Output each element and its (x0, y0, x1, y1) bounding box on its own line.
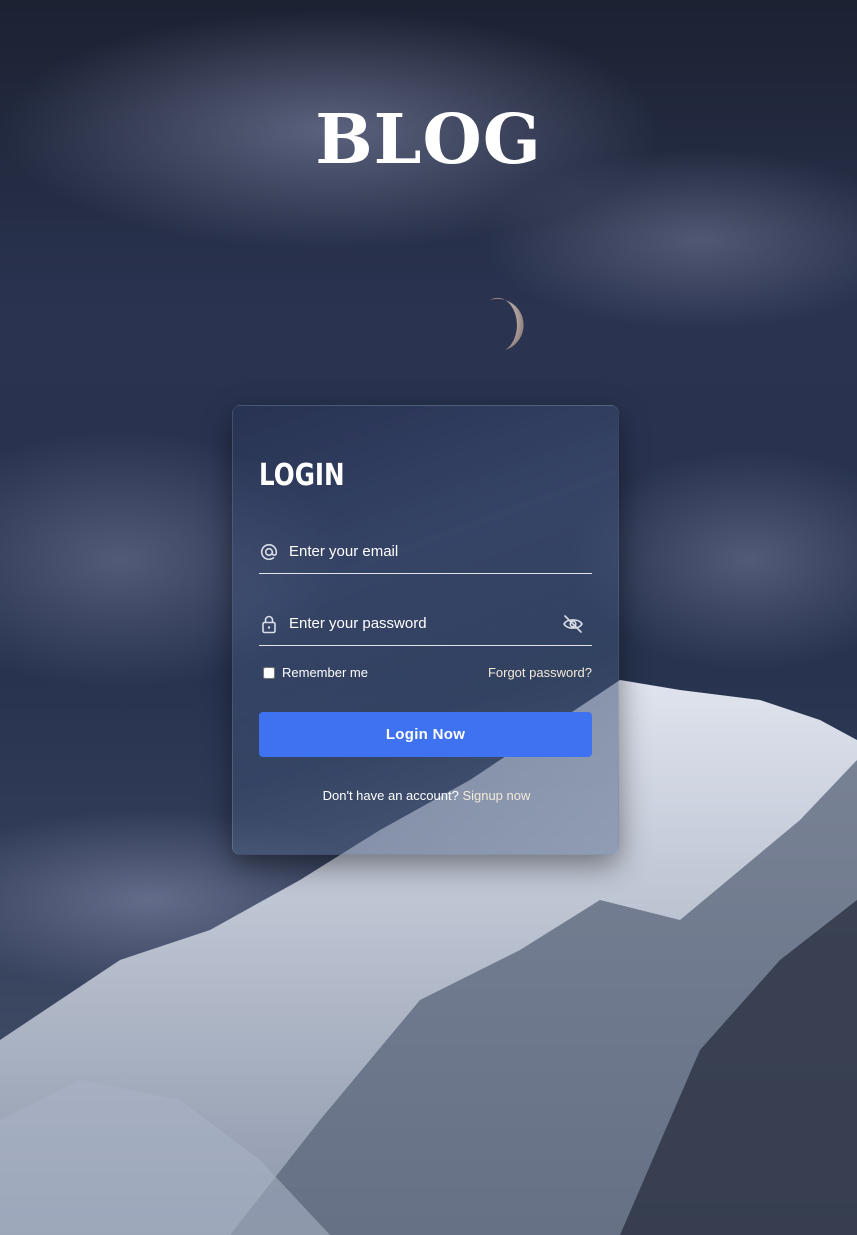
eye-off-icon[interactable] (562, 614, 584, 634)
forgot-password-link[interactable]: Forgot password? (488, 665, 592, 680)
login-options: Remember me Forgot password? (259, 663, 592, 685)
remember-checkbox[interactable] (263, 666, 275, 679)
signup-prompt: Don't have an account? (322, 788, 459, 803)
lock-icon (259, 614, 279, 634)
login-button[interactable]: Login Now (259, 712, 592, 757)
signup-link[interactable]: Signup now (462, 788, 530, 803)
email-field (259, 534, 592, 574)
login-title: LOGIN (259, 458, 345, 493)
site-title: BLOG (315, 100, 542, 180)
email-input[interactable] (289, 534, 549, 568)
password-input[interactable] (289, 606, 549, 640)
remember-me[interactable]: Remember me (259, 665, 368, 680)
password-field (259, 606, 592, 646)
signup-row: Don't have an account? Signup now (233, 788, 620, 803)
remember-label: Remember me (282, 665, 368, 680)
login-card: LOGIN Reme (232, 405, 619, 855)
at-icon (259, 542, 279, 562)
